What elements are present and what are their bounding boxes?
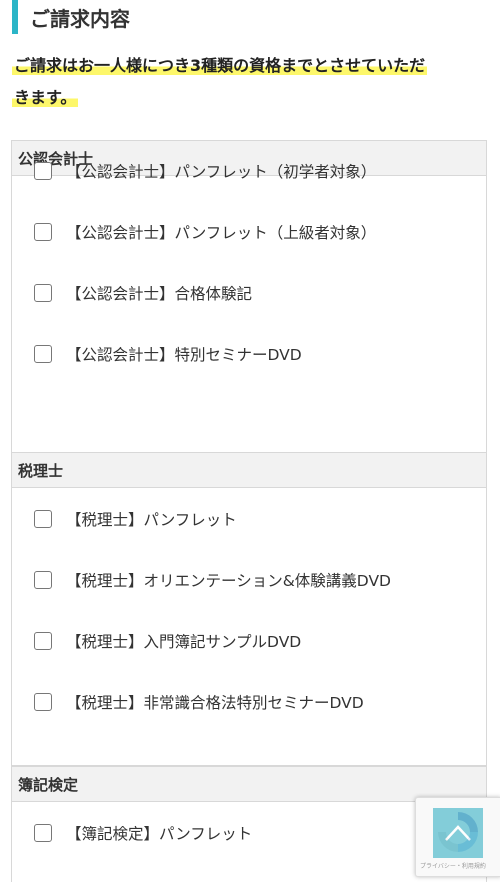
checkbox[interactable] (34, 823, 52, 842)
notice-line-2: きます。 (12, 88, 79, 107)
group-body: 【公認会計士】パンフレット（初学者対象） 【公認会計士】パンフレット（上級者対象… (11, 161, 488, 454)
checkbox[interactable] (34, 692, 52, 711)
scroll-to-top-button[interactable] (433, 808, 483, 858)
checkbox-label[interactable]: 【公認会計士】パンフレット（上級者対象） (66, 221, 376, 243)
checkbox-label[interactable]: 【税理士】入門簿記サンプルDVD (66, 630, 301, 652)
checkbox-label[interactable]: 【税理士】非常識合格法特別セミナーDVD (66, 691, 364, 713)
heading-title: ご請求内容 (30, 6, 130, 31)
checkbox[interactable] (34, 222, 52, 241)
checkbox-label[interactable]: 【公認会計士】合格体験記 (66, 282, 252, 304)
heading-accent-bar (12, 0, 18, 34)
checkbox-item[interactable]: 【税理士】入門簿記サンプルDVD (12, 610, 486, 671)
checkbox[interactable] (34, 570, 52, 589)
checkbox-label[interactable]: 【簿記検定】パンフレット (66, 822, 252, 844)
checkbox-item[interactable]: 【税理士】オリエンテーション&体験講義DVD (12, 549, 486, 610)
group-tax-accountant: 税理士 【税理士】パンフレット 【税理士】オリエンテーション&体験講義DVD 【… (11, 452, 487, 766)
group-cpa: 公認会計士 【公認会計士】パンフレット（初学者対象） 【公認会計士】パンフレット… (11, 140, 487, 454)
group-title: 税理士 (11, 452, 487, 488)
checkbox-label[interactable]: 【公認会計士】特別セミナーDVD (66, 343, 302, 365)
group-body: 【税理士】パンフレット 【税理士】オリエンテーション&体験講義DVD 【税理士】… (11, 488, 487, 766)
checkbox[interactable] (34, 161, 52, 180)
chevron-up-icon (445, 825, 471, 841)
checkbox-label[interactable]: 【公認会計士】パンフレット（初学者対象） (66, 160, 376, 182)
checkbox-item[interactable]: 【公認会計士】パンフレット（初学者対象） (12, 140, 488, 201)
checkbox-item[interactable]: 【税理士】パンフレット (12, 488, 486, 549)
checkbox[interactable] (34, 631, 52, 650)
request-limit-notice: ご請求はお一人様につき3種類の資格までとさせていただ きます。 (12, 50, 482, 114)
checkbox-item[interactable]: 【公認会計士】パンフレット（上級者対象） (12, 201, 488, 262)
section-heading: ご請求内容 (12, 0, 482, 34)
checkbox-label[interactable]: 【税理士】パンフレット (66, 508, 237, 530)
recaptcha-privacy-link[interactable]: プライバシー・利用規約 (420, 861, 486, 870)
checkbox-item[interactable]: 【税理士】非常識合格法特別セミナーDVD (12, 671, 486, 732)
checkbox-item[interactable]: 【公認会計士】特別セミナーDVD (12, 323, 488, 384)
checkbox-item[interactable]: 【公認会計士】合格体験記 (12, 262, 488, 323)
checkbox[interactable] (34, 283, 52, 302)
checkbox[interactable] (34, 509, 52, 528)
checkbox-label[interactable]: 【税理士】オリエンテーション&体験講義DVD (66, 569, 391, 591)
notice-line-1: ご請求はお一人様につき3種類の資格までとさせていただ (12, 56, 428, 75)
checkbox[interactable] (34, 344, 52, 363)
